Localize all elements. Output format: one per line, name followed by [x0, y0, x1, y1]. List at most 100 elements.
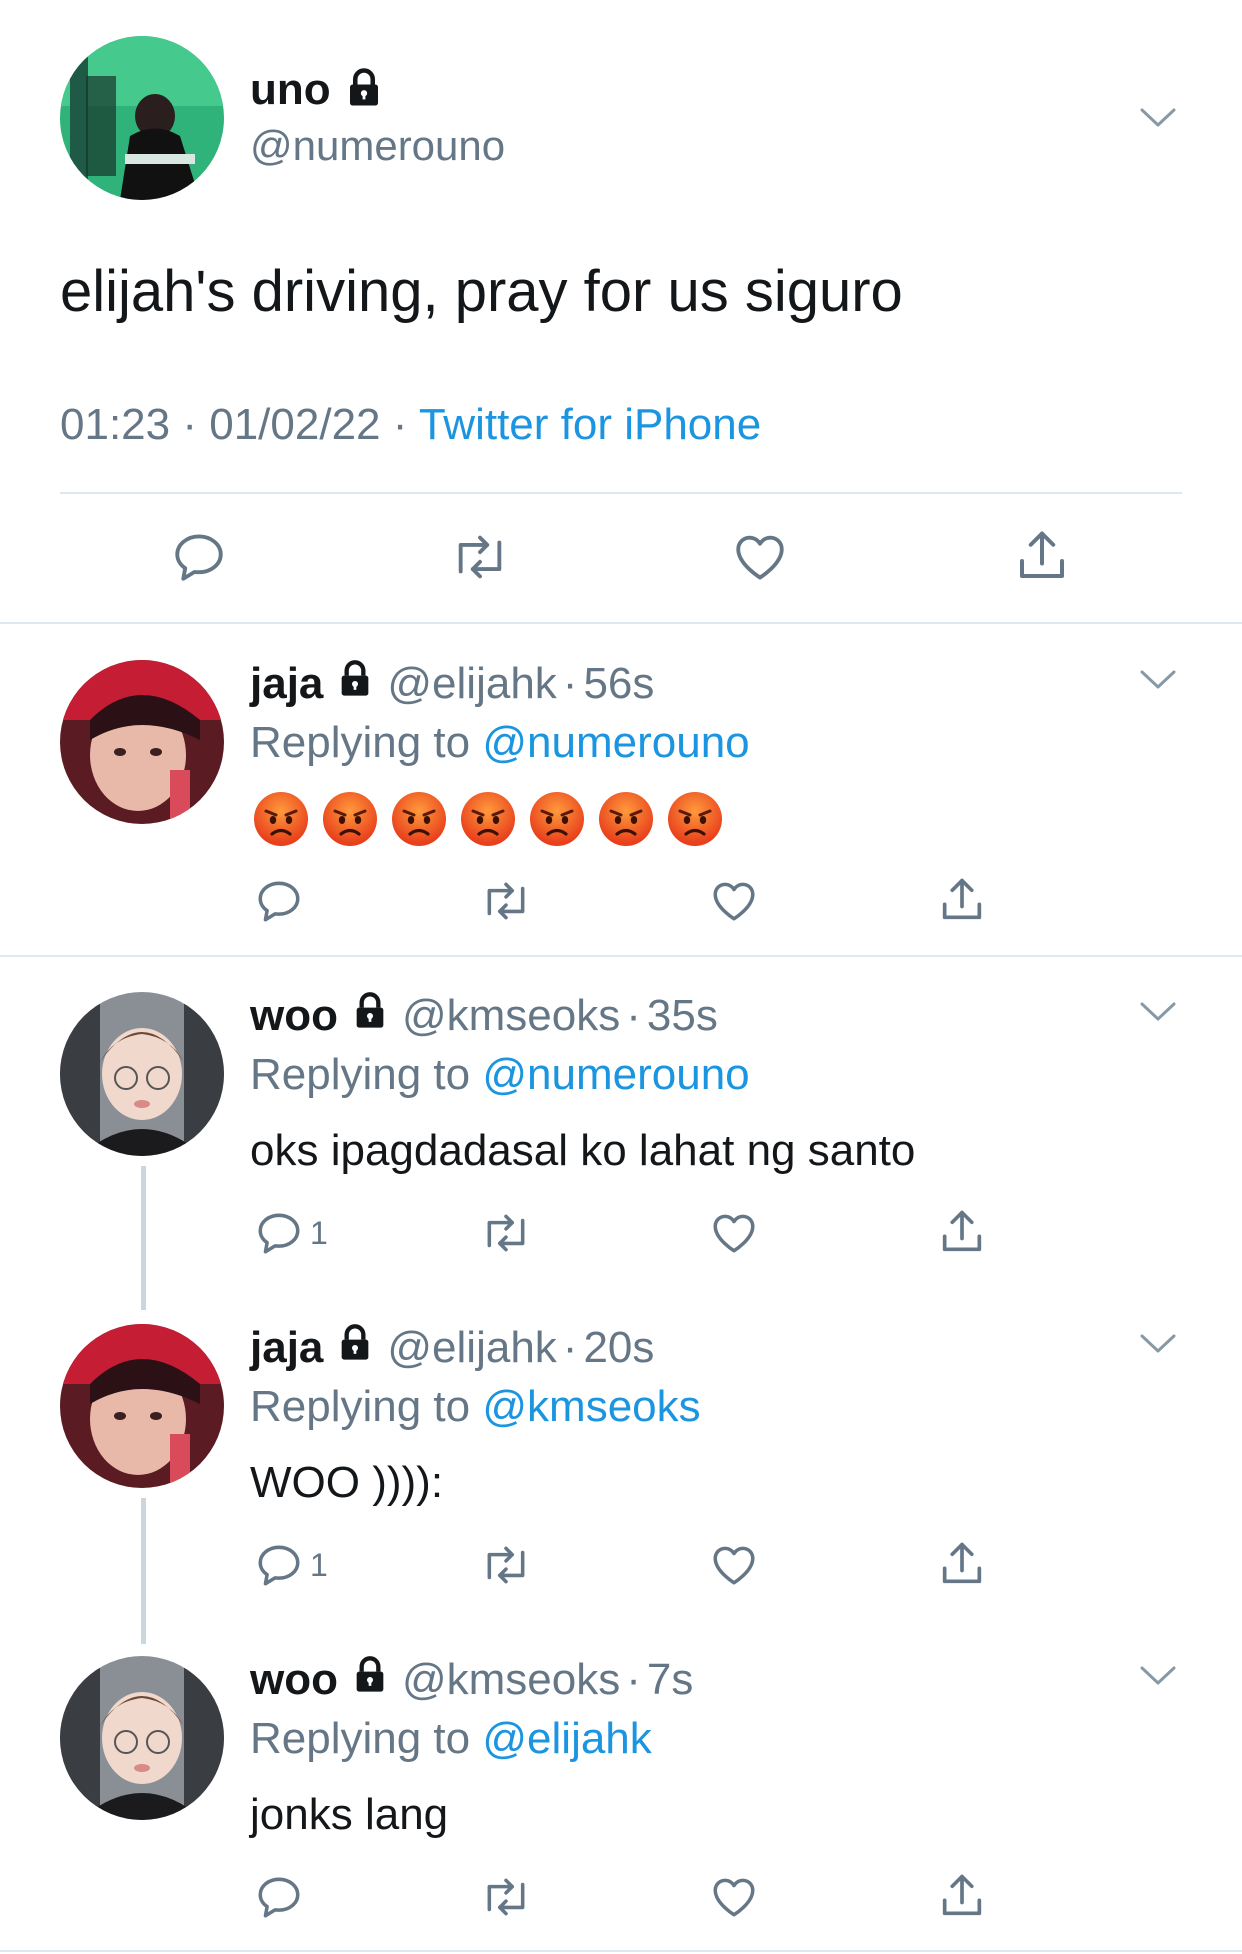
meta-separator: · [562, 1323, 578, 1372]
reply-author-handle[interactable]: @elijahk [387, 1323, 556, 1373]
reply-age: 35s [646, 991, 718, 1040]
avatar-uno[interactable] [60, 36, 224, 200]
thread-line [141, 1166, 146, 1310]
reply-icon [258, 1213, 300, 1254]
like-button[interactable] [708, 1872, 760, 1922]
pouting-face-emoji [254, 792, 308, 846]
reply-author-handle[interactable]: @kmseoks [402, 1655, 620, 1705]
reply-author-name[interactable]: jaja [250, 1323, 323, 1373]
meta-separator: · [626, 991, 641, 1040]
replying-prefix: Replying to [250, 718, 471, 767]
meta-separator: · [562, 659, 578, 708]
meta-separator: · [626, 1655, 641, 1704]
replying-to-link[interactable]: @numerouno [482, 718, 749, 767]
replying-to: Replying to @kmseoks [250, 1382, 701, 1432]
replying-prefix: Replying to [250, 1382, 471, 1431]
section-divider [0, 622, 1242, 624]
reply-author-name[interactable]: woo [250, 991, 338, 1041]
divider [60, 492, 1182, 494]
like-button[interactable] [708, 1540, 760, 1590]
chevron-down-icon[interactable] [1138, 98, 1178, 138]
share-icon [942, 878, 982, 920]
reply-count: 1 [310, 1214, 328, 1251]
like-icon [713, 1878, 755, 1917]
reply-text: jonks lang [250, 1790, 449, 1839]
reply-button[interactable] [170, 528, 228, 586]
reply-icon [258, 1545, 300, 1586]
lock-icon [335, 1323, 375, 1374]
reply-age: 56s [583, 659, 655, 708]
reply-icon [258, 881, 300, 922]
reply-button[interactable]: 1 [254, 1540, 328, 1590]
reply-button[interactable] [254, 876, 310, 926]
reply-header: woo @kmseoks · 35s [250, 990, 718, 1042]
replying-to-link[interactable]: @elijahk [482, 1714, 651, 1763]
retweet-button[interactable] [478, 1540, 534, 1590]
avatar-jaja[interactable] [60, 1324, 224, 1488]
reply-author-name[interactable]: woo [250, 1655, 338, 1705]
reply-author-handle[interactable]: @elijahk [387, 659, 556, 709]
replying-to-link[interactable]: @kmseoks [482, 1382, 700, 1431]
author-handle[interactable]: @numerouno [250, 122, 505, 170]
pouting-face-emoji [392, 792, 446, 846]
section-divider [0, 955, 1242, 957]
retweet-button[interactable] [448, 528, 512, 586]
retweet-icon [487, 882, 525, 920]
tweet-text: elijah's driving, pray for us siguro [60, 259, 903, 324]
lock-icon [335, 659, 375, 710]
tweet-date: 01/02/22 [209, 400, 381, 449]
reply-header: jaja @elijahk · 56s [250, 658, 654, 710]
replying-to: Replying to @numerouno [250, 1050, 750, 1100]
avatar-woo[interactable] [60, 1656, 224, 1820]
thread-line [141, 1498, 146, 1644]
meta-separator: · [182, 400, 197, 449]
reply-text: oks ipagdadasal ko lahat ng santo [250, 1126, 916, 1175]
tweet-client-link[interactable]: Twitter for iPhone [419, 400, 761, 449]
replying-to: Replying to @elijahk [250, 1714, 652, 1764]
reply-header: jaja @elijahk · 20s [250, 1322, 654, 1374]
retweet-button[interactable] [478, 876, 534, 926]
chevron-down-icon[interactable] [1138, 992, 1178, 1032]
share-button[interactable] [936, 874, 988, 926]
like-button[interactable] [708, 1208, 760, 1258]
reply-text: WOO )))): [250, 1458, 444, 1507]
replying-prefix: Replying to [250, 1714, 471, 1763]
share-button[interactable] [936, 1538, 988, 1590]
retweet-icon [458, 535, 502, 579]
chevron-down-icon[interactable] [1138, 1656, 1178, 1696]
retweet-button[interactable] [478, 1208, 534, 1258]
reply-button[interactable] [254, 1872, 310, 1922]
tweet-meta: 01:23 · 01/02/22 · Twitter for iPhone [60, 400, 761, 450]
replying-to-link[interactable]: @numerouno [482, 1050, 749, 1099]
retweet-icon [487, 1878, 525, 1916]
like-icon [713, 1546, 755, 1585]
reply-count: 1 [310, 1546, 328, 1583]
pouting-face-emoji [461, 792, 515, 846]
avatar-woo[interactable] [60, 992, 224, 1156]
reply-author-handle[interactable]: @kmseoks [402, 991, 620, 1041]
share-button[interactable] [1012, 526, 1072, 586]
chevron-down-icon[interactable] [1138, 660, 1178, 700]
meta-separator: · [392, 400, 408, 449]
retweet-button[interactable] [478, 1872, 534, 1922]
like-icon [713, 882, 755, 921]
author-name[interactable]: uno [250, 65, 331, 115]
like-button[interactable] [708, 876, 760, 926]
reply-author-name[interactable]: jaja [250, 659, 323, 709]
pouting-face-emoji [530, 792, 584, 846]
section-divider [0, 1950, 1242, 1952]
reply-button[interactable]: 1 [254, 1208, 328, 1258]
replying-to: Replying to @numerouno [250, 718, 750, 768]
retweet-icon [487, 1214, 525, 1252]
reply-emoji-row [252, 790, 724, 848]
pouting-face-emoji [599, 792, 653, 846]
share-icon [942, 1542, 982, 1584]
reply-age: 20s [583, 1323, 655, 1372]
chevron-down-icon[interactable] [1138, 1324, 1178, 1364]
share-button[interactable] [936, 1206, 988, 1258]
share-button[interactable] [936, 1870, 988, 1922]
reply-header: woo @kmseoks · 7s [250, 1654, 693, 1706]
retweet-icon [487, 1546, 525, 1584]
like-button[interactable] [730, 528, 790, 586]
avatar-jaja[interactable] [60, 660, 224, 824]
